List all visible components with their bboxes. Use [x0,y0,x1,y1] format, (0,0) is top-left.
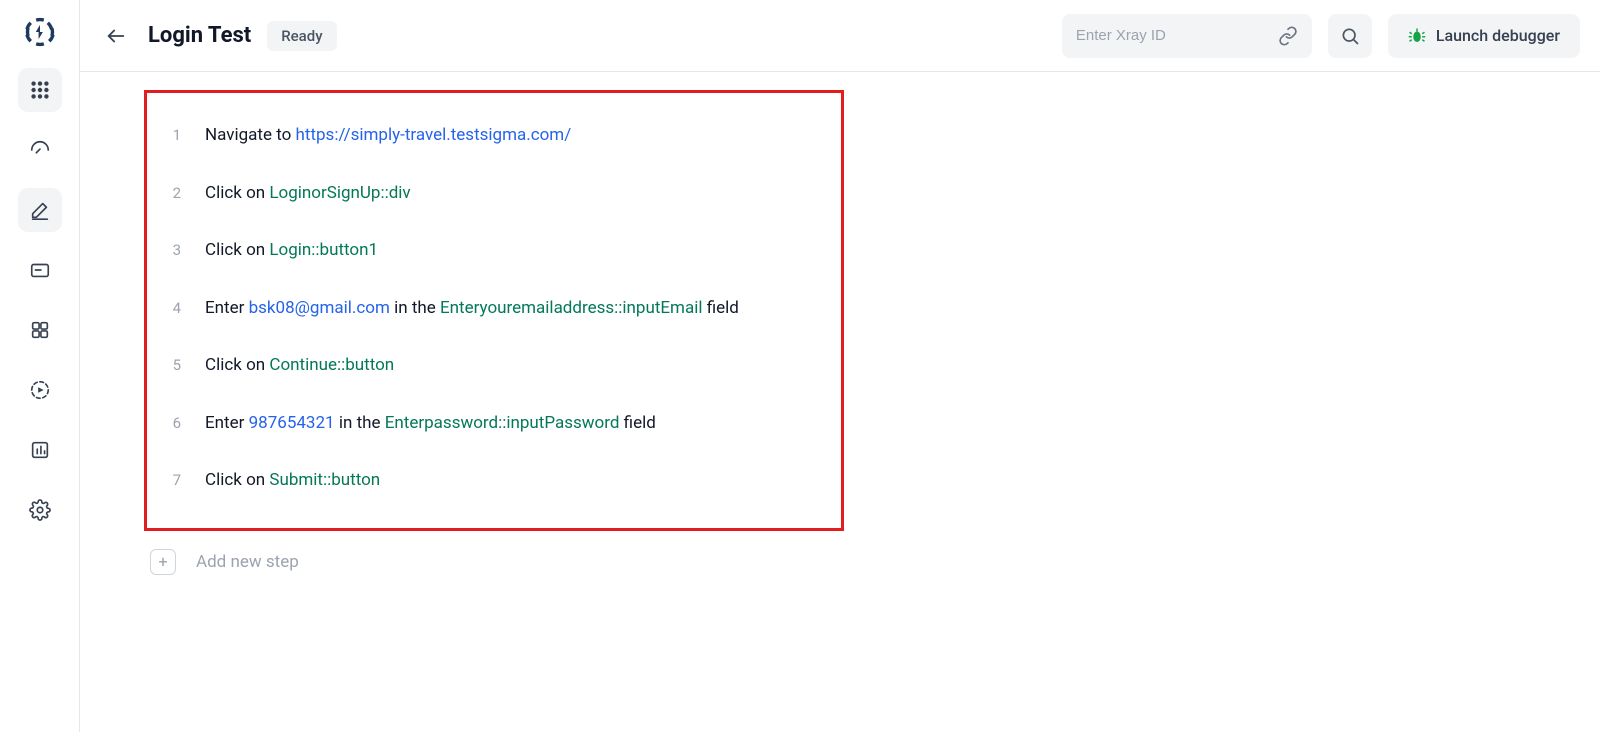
step-element-token: Enterpassword::inputPassword [385,413,620,433]
step-plain-token: Click on [205,355,269,375]
add-step-button[interactable]: + Add new step [144,531,844,575]
topbar: Login Test Ready Launch debugger [80,0,1600,72]
xray-input[interactable] [1076,27,1278,44]
sidebar-item-settings[interactable] [18,488,62,532]
step-plain-token: Enter [205,413,249,433]
sidebar-item-reports[interactable] [18,428,62,472]
test-step-row[interactable]: 6 Enter 987654321 in the Enterpassword::i… [167,395,821,453]
step-plain-token: in the [335,413,385,433]
step-url-token: https://simply-travel.testsigma.com/ [296,125,572,145]
xray-input-wrap[interactable] [1062,14,1312,58]
step-text: Enter 987654321 in the Enterpassword::in… [205,411,656,437]
step-text: Click on Submit::button [205,468,380,494]
step-plain-token: field [702,298,738,318]
step-element-token: Continue::button [269,355,394,375]
content: 1 Navigate to https://simply-travel.tests… [80,72,1600,599]
step-plain-token: Navigate to [205,125,296,145]
sidebar-item-apps[interactable] [18,68,62,112]
sidebar-item-components[interactable] [18,308,62,352]
launch-debugger-button[interactable]: Launch debugger [1388,14,1580,58]
test-step-row[interactable]: 1 Navigate to https://simply-travel.tests… [167,107,821,165]
step-plain-token: Enter [205,298,249,318]
link-icon[interactable] [1278,26,1298,46]
test-step-row[interactable]: 3 Click on Login::button1 [167,222,821,280]
app-logo [20,12,60,52]
step-element-token: LoginorSignUp::div [269,183,410,203]
step-plain-token: Click on [205,240,269,260]
step-element-token: Enteryouremailaddress::inputEmail [440,298,702,318]
step-plain-token: in the [390,298,440,318]
steps-list: 1 Navigate to https://simply-travel.tests… [144,90,844,531]
test-step-row[interactable]: 4 Enter bsk08@gmail.com in the Enteryoure… [167,280,821,338]
step-number: 5 [167,354,181,377]
step-plain-token: Click on [205,470,269,490]
step-text: Click on Login::button1 [205,238,378,264]
step-element-token: Login::button1 [269,240,378,260]
step-number: 4 [167,297,181,320]
test-step-row[interactable]: 5 Click on Continue::button [167,337,821,395]
sidebar [0,0,80,732]
back-button[interactable] [100,20,132,52]
sidebar-item-edit[interactable] [18,188,62,232]
step-plain-token: Click on [205,183,269,203]
plus-icon: + [150,549,176,575]
step-number: 7 [167,469,181,492]
step-element-token: Submit::button [269,470,380,490]
step-number: 1 [167,124,181,147]
test-step-row[interactable]: 2 Click on LoginorSignUp::div [167,165,821,223]
sidebar-item-dashboard[interactable] [18,128,62,172]
sidebar-item-run[interactable] [18,368,62,412]
sidebar-item-folder[interactable] [18,248,62,292]
step-text: Click on Continue::button [205,353,394,379]
step-text: Click on LoginorSignUp::div [205,181,411,207]
status-badge: Ready [267,21,336,51]
step-number: 6 [167,412,181,435]
search-button[interactable] [1328,14,1372,58]
add-step-label: Add new step [196,552,299,572]
step-number: 2 [167,182,181,205]
step-text: Enter bsk08@gmail.com in the Enteryourem… [205,296,739,322]
step-plain-token: field [619,413,655,433]
launch-debugger-label: Launch debugger [1436,26,1560,45]
step-number: 3 [167,239,181,262]
test-step-row[interactable]: 7 Click on Submit::button [167,452,821,510]
page-title: Login Test [148,23,251,48]
step-value-token: bsk08@gmail.com [249,298,390,318]
main: Login Test Ready Launch debugger 1 Naviga… [80,0,1600,732]
step-value-token: 987654321 [249,413,335,433]
step-text: Navigate to https://simply-travel.testsi… [205,123,571,149]
bug-icon [1408,27,1426,45]
